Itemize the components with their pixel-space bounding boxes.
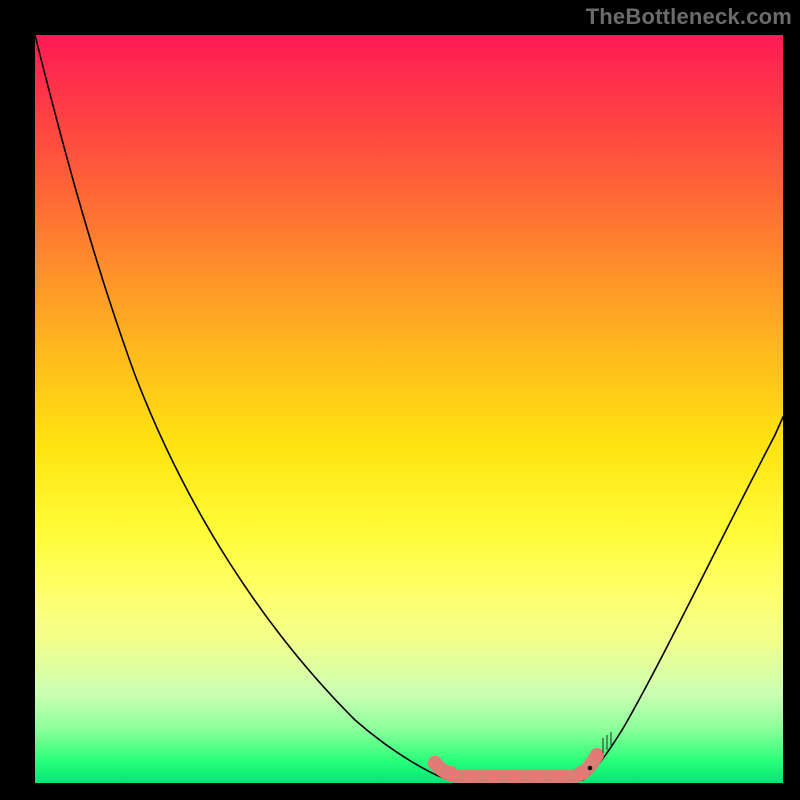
chart-stage: TheBottleneck.com (0, 0, 800, 800)
plot-area (35, 35, 783, 783)
curve-main-path (35, 35, 783, 780)
watermark-text: TheBottleneck.com (586, 4, 792, 30)
highlight-dots (428, 748, 604, 783)
curve-marker-dot (588, 766, 593, 771)
bottleneck-curve (35, 35, 783, 783)
